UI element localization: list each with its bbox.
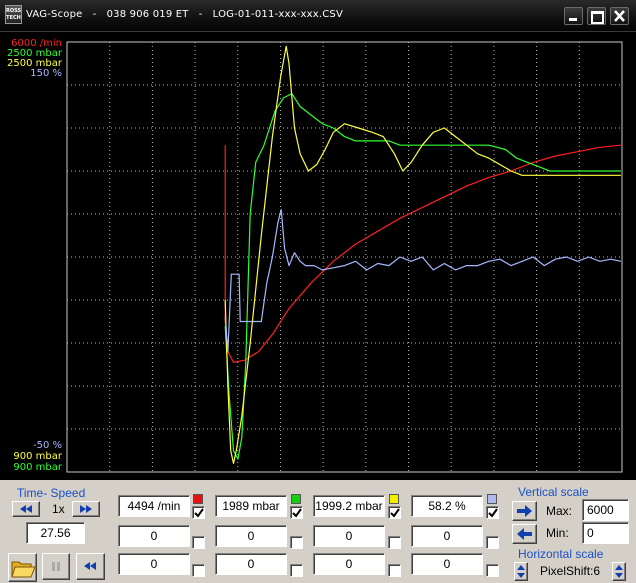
trace-2 [224, 92, 621, 460]
window-title: VAG-Scope - 038 906 019 ET - LOG-01-011-… [26, 9, 344, 20]
channel-4-checkbox[interactable] [486, 506, 499, 519]
channel-1-value: 4494 /min [118, 495, 190, 517]
channel-3-checkbox[interactable] [388, 506, 401, 519]
channel-4-value: 58.2 % [411, 495, 483, 517]
max-label: Max: [546, 504, 573, 518]
channel-4-extra[interactable]: 0 [411, 553, 483, 575]
time-speed-label: Time- Speed [17, 486, 86, 500]
checkmark-icon [390, 508, 400, 518]
horizontal-scale-label: Horizontal scale [518, 547, 604, 561]
pause-button[interactable] [42, 553, 70, 580]
pause-icon [52, 562, 60, 571]
channel-1-checkbox[interactable] [192, 506, 205, 519]
channel-4-extra-checkbox[interactable] [486, 564, 499, 577]
step-back-icon [84, 562, 96, 570]
close-button[interactable] [610, 7, 629, 25]
channel-1-extra[interactable]: 0 [118, 553, 190, 575]
rewind-icon [20, 505, 32, 513]
trace-1 [224, 144, 621, 363]
app-logo-icon[interactable]: ROSS TECH [5, 5, 22, 24]
channel-2-offset[interactable]: 0 [215, 525, 287, 547]
fast-forward-icon [80, 505, 92, 513]
minimize-button[interactable] [564, 7, 583, 25]
scale-label-bottom-1: -50 % [32, 440, 62, 451]
channel-1-offset[interactable]: 0 [118, 525, 190, 547]
trace-4 [224, 209, 622, 353]
time-value-field[interactable]: 27.56 [26, 522, 85, 544]
channel-4-offset[interactable]: 0 [411, 525, 483, 547]
trace-3 [224, 45, 621, 464]
control-panel: Time- Speed 1x 27.56 4494 /min 0 0 1989 … [0, 478, 636, 583]
pixel-shift-value: PixelShift:6 [540, 564, 601, 578]
min-value-field[interactable]: 0 [582, 522, 629, 544]
channel-3-extra-checkbox[interactable] [388, 564, 401, 577]
channel-4-color [487, 494, 497, 504]
close-icon [614, 10, 625, 22]
scale-label-top-4: 150 % [30, 68, 62, 79]
channel-2-checkbox[interactable] [290, 506, 303, 519]
channel-2-extra[interactable]: 0 [215, 553, 287, 575]
channel-2-color [291, 494, 301, 504]
channel-2-value: 1989 mbar [215, 495, 287, 517]
open-folder-button[interactable] [8, 553, 37, 582]
scale-label-bottom-3: 900 mbar [13, 462, 62, 473]
vertical-scale-right-button[interactable] [512, 501, 537, 521]
scope-display[interactable]: 6000 /min 2500 mbar 2500 mbar 150 % -50 % 90… [0, 32, 636, 478]
vertical-scale-label: Vertical scale [518, 485, 589, 499]
maximize-button[interactable] [587, 7, 606, 25]
scale-label-bottom-2: 900 mbar [13, 451, 62, 462]
step-back-button[interactable] [76, 553, 105, 580]
vertical-scale-left-button[interactable] [512, 524, 537, 544]
speed-value: 1x [52, 502, 65, 516]
spin-updown-icon [615, 565, 623, 578]
channel-3-value: 1999.2 mbar [313, 495, 385, 517]
min-label: Min: [546, 526, 569, 540]
arrow-left-icon [517, 528, 532, 540]
spin-updown-icon [517, 565, 525, 578]
channel-1-color [193, 494, 203, 504]
pixel-shift-spinner-left[interactable] [514, 562, 528, 581]
arrow-right-icon [517, 505, 532, 517]
channel-3-color [389, 494, 399, 504]
channel-1-offset-checkbox[interactable] [192, 536, 205, 549]
plot-frame [66, 41, 623, 473]
checkmark-icon [194, 508, 204, 518]
scope-plot[interactable] [0, 32, 636, 478]
channel-3-offset-checkbox[interactable] [388, 536, 401, 549]
checkmark-icon [292, 508, 302, 518]
pixel-shift-spinner-right[interactable] [612, 562, 626, 581]
channel-1-extra-checkbox[interactable] [192, 564, 205, 577]
title-bar: ROSS TECH VAG-Scope - 038 906 019 ET - LO… [0, 0, 636, 32]
faster-button[interactable] [72, 501, 100, 517]
slower-button[interactable] [12, 501, 40, 517]
folder-icon [11, 561, 36, 578]
channel-2-offset-checkbox[interactable] [290, 536, 303, 549]
checkmark-icon [488, 508, 498, 518]
channel-4-offset-checkbox[interactable] [486, 536, 499, 549]
channel-3-extra[interactable]: 0 [313, 553, 385, 575]
channel-2-extra-checkbox[interactable] [290, 564, 303, 577]
max-value-field[interactable]: 6000 [582, 499, 629, 521]
channel-3-offset[interactable]: 0 [313, 525, 385, 547]
